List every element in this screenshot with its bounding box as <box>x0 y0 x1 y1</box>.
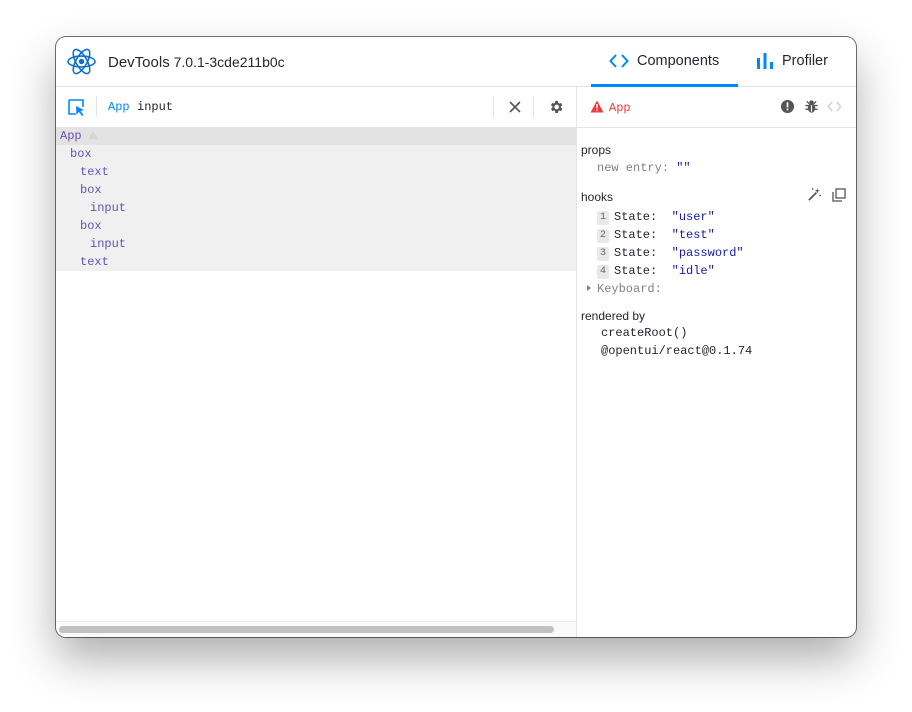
tree-row-text[interactable]: text <box>80 253 109 271</box>
breadcrumb-app[interactable]: App <box>108 100 130 114</box>
toolbar-divider <box>96 96 97 117</box>
version-number: 7.0.1-3cde211b0c <box>173 54 285 70</box>
select-element-icon[interactable] <box>68 99 86 117</box>
hooks-section-title: hooks <box>581 190 614 204</box>
copy-icon[interactable] <box>832 188 846 202</box>
prop-row[interactable]: new entry: "" <box>597 161 691 175</box>
hook-value[interactable]: "test" <box>672 228 715 242</box>
tab-profiler[interactable]: Profiler <box>756 37 846 85</box>
tab-components[interactable]: Components <box>591 37 738 87</box>
toolbar-divider <box>493 96 494 117</box>
react-logo-icon <box>67 48 96 75</box>
hook-row[interactable]: 4 State: "idle" <box>597 262 715 280</box>
inspector-header: App <box>577 87 856 128</box>
tree-highlight <box>56 127 576 271</box>
hook-row[interactable]: 3 State: "password" <box>597 244 744 262</box>
tree-row-input[interactable]: input <box>90 235 126 253</box>
prop-value[interactable]: "" <box>676 161 690 175</box>
hook-value[interactable]: "user" <box>672 210 715 224</box>
hook-index-badge: 4 <box>597 265 609 279</box>
tree-row-box[interactable]: box <box>70 145 92 163</box>
tree-row-box[interactable]: box <box>80 181 102 199</box>
header-bar: DevTools 7.0.1-3cde211b0c Components Pro… <box>56 37 856 87</box>
scrollbar-thumb[interactable] <box>59 626 554 633</box>
hook-index-badge: 1 <box>597 211 609 225</box>
tree-row-input[interactable]: input <box>90 199 126 217</box>
tree-toolbar: App input <box>56 87 576 128</box>
prop-key: new entry <box>597 161 662 175</box>
rendered-by-section-title: rendered by <box>581 309 646 323</box>
tab-profiler-label: Profiler <box>782 53 828 69</box>
hook-label: State: <box>614 210 658 224</box>
collapsed-hook-label: Keyboard: <box>597 282 662 296</box>
hook-index-badge: 2 <box>597 229 609 243</box>
prop-colon: : <box>661 161 677 175</box>
hook-keyboard-row[interactable]: Keyboard: <box>585 280 662 298</box>
inspector-panel: App props new entry: "" hooks 1 State: "… <box>577 87 856 637</box>
bar-chart-icon <box>757 53 773 69</box>
selected-component-name: App <box>609 101 631 115</box>
gear-icon[interactable] <box>548 99 564 115</box>
hook-label: State: <box>614 246 658 260</box>
expand-arrow-icon[interactable] <box>585 284 593 292</box>
close-icon[interactable] <box>508 100 522 114</box>
code-brackets-icon <box>609 54 629 68</box>
devtools-window: DevTools 7.0.1-3cde211b0c Components Pro… <box>56 37 856 637</box>
bug-icon[interactable] <box>804 99 819 114</box>
props-section-title: props <box>581 143 612 157</box>
suspend-toggle-icon[interactable] <box>780 99 795 114</box>
tab-components-label: Components <box>637 53 720 69</box>
tree-row-box[interactable]: box <box>80 217 102 235</box>
app-name: DevTools <box>108 54 170 71</box>
tree-row-label: App <box>60 129 82 143</box>
hook-value[interactable]: "idle" <box>672 264 715 278</box>
warning-icon <box>87 131 98 139</box>
component-tree: App box text box input box input text <box>56 127 576 613</box>
rendered-by-item[interactable]: @opentui/react@0.1.74 <box>601 344 752 358</box>
tree-row-text[interactable]: text <box>80 163 109 181</box>
tree-row-app[interactable]: App <box>56 127 576 145</box>
devtools-version: DevTools 7.0.1-3cde211b0c <box>108 54 285 71</box>
error-icon <box>590 100 604 113</box>
toolbar-divider <box>533 96 534 117</box>
hook-row[interactable]: 2 State: "test" <box>597 226 715 244</box>
breadcrumb-input[interactable]: input <box>137 100 173 114</box>
view-source-icon[interactable] <box>827 99 842 114</box>
hook-row[interactable]: 1 State: "user" <box>597 208 715 226</box>
hook-index-badge: 3 <box>597 247 609 261</box>
hook-label: State: <box>614 228 658 242</box>
rendered-by-item[interactable]: createRoot() <box>601 326 687 340</box>
hook-value[interactable]: "password" <box>672 246 744 260</box>
magic-wand-icon[interactable] <box>807 187 822 202</box>
component-tree-panel: App input App box text box input box inp… <box>56 87 577 637</box>
hook-label: State: <box>614 264 658 278</box>
